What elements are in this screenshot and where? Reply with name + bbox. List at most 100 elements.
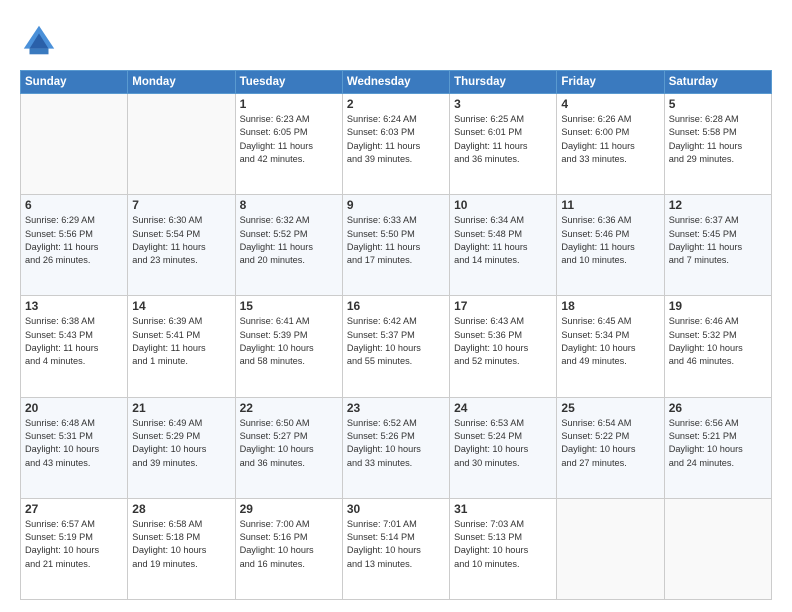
day-number: 13 [25, 299, 123, 313]
cell-content: Sunrise: 6:57 AM Sunset: 5:19 PM Dayligh… [25, 518, 123, 571]
day-number: 5 [669, 97, 767, 111]
calendar-header-wednesday: Wednesday [342, 71, 449, 94]
day-number: 21 [132, 401, 230, 415]
calendar-cell: 5 Sunrise: 6:28 AM Sunset: 5:58 PM Daylig… [664, 94, 771, 195]
cell-content: Sunrise: 6:52 AM Sunset: 5:26 PM Dayligh… [347, 417, 445, 470]
calendar-cell: 4 Sunrise: 6:26 AM Sunset: 6:00 PM Daylig… [557, 94, 664, 195]
day-number: 18 [561, 299, 659, 313]
cell-content: Sunrise: 6:41 AM Sunset: 5:39 PM Dayligh… [240, 315, 338, 368]
calendar-cell [557, 498, 664, 599]
cell-content: Sunrise: 6:30 AM Sunset: 5:54 PM Dayligh… [132, 214, 230, 267]
calendar-cell: 16 Sunrise: 6:42 AM Sunset: 5:37 PM Dayli… [342, 296, 449, 397]
calendar-cell: 30 Sunrise: 7:01 AM Sunset: 5:14 PM Dayli… [342, 498, 449, 599]
calendar-cell: 15Sunrise: 6:41 AM Sunset: 5:39 PM Dayli… [235, 296, 342, 397]
calendar-week-4: 20Sunrise: 6:48 AM Sunset: 5:31 PM Dayli… [21, 397, 772, 498]
calendar-cell: 6Sunrise: 6:29 AM Sunset: 5:56 PM Daylig… [21, 195, 128, 296]
calendar-cell: 12 Sunrise: 6:37 AM Sunset: 5:45 PM Dayli… [664, 195, 771, 296]
cell-content: Sunrise: 6:46 AM Sunset: 5:32 PM Dayligh… [669, 315, 767, 368]
calendar-cell: 27 Sunrise: 6:57 AM Sunset: 5:19 PM Dayli… [21, 498, 128, 599]
cell-content: Sunrise: 6:43 AM Sunset: 5:36 PM Dayligh… [454, 315, 552, 368]
day-number: 2 [347, 97, 445, 111]
day-number: 23 [347, 401, 445, 415]
calendar-table: SundayMondayTuesdayWednesdayThursdayFrid… [20, 70, 772, 600]
day-number: 12 [669, 198, 767, 212]
calendar-cell [21, 94, 128, 195]
cell-content: Sunrise: 6:53 AM Sunset: 5:24 PM Dayligh… [454, 417, 552, 470]
cell-content: Sunrise: 6:36 AM Sunset: 5:46 PM Dayligh… [561, 214, 659, 267]
cell-content: Sunrise: 6:50 AM Sunset: 5:27 PM Dayligh… [240, 417, 338, 470]
calendar-header-thursday: Thursday [450, 71, 557, 94]
cell-content: Sunrise: 6:38 AM Sunset: 5:43 PM Dayligh… [25, 315, 123, 368]
day-number: 31 [454, 502, 552, 516]
day-number: 19 [669, 299, 767, 313]
calendar-cell: 21 Sunrise: 6:49 AM Sunset: 5:29 PM Dayli… [128, 397, 235, 498]
day-number: 11 [561, 198, 659, 212]
calendar-cell: 26 Sunrise: 6:56 AM Sunset: 5:21 PM Dayli… [664, 397, 771, 498]
calendar-header-tuesday: Tuesday [235, 71, 342, 94]
day-number: 14 [132, 299, 230, 313]
calendar-cell: 8Sunrise: 6:32 AM Sunset: 5:52 PM Daylig… [235, 195, 342, 296]
cell-content: Sunrise: 6:26 AM Sunset: 6:00 PM Dayligh… [561, 113, 659, 166]
cell-content: Sunrise: 6:56 AM Sunset: 5:21 PM Dayligh… [669, 417, 767, 470]
cell-content: Sunrise: 6:37 AM Sunset: 5:45 PM Dayligh… [669, 214, 767, 267]
day-number: 26 [669, 401, 767, 415]
calendar-cell: 1Sunrise: 6:23 AM Sunset: 6:05 PM Daylig… [235, 94, 342, 195]
calendar-cell: 3Sunrise: 6:25 AM Sunset: 6:01 PM Daylig… [450, 94, 557, 195]
day-number: 24 [454, 401, 552, 415]
day-number: 17 [454, 299, 552, 313]
day-number: 10 [454, 198, 552, 212]
cell-content: Sunrise: 6:58 AM Sunset: 5:18 PM Dayligh… [132, 518, 230, 571]
cell-content: Sunrise: 6:23 AM Sunset: 6:05 PM Dayligh… [240, 113, 338, 166]
logo-icon [20, 22, 58, 60]
day-number: 6 [25, 198, 123, 212]
calendar-cell: 31 Sunrise: 7:03 AM Sunset: 5:13 PM Dayli… [450, 498, 557, 599]
day-number: 3 [454, 97, 552, 111]
cell-content: Sunrise: 6:49 AM Sunset: 5:29 PM Dayligh… [132, 417, 230, 470]
cell-content: Sunrise: 6:45 AM Sunset: 5:34 PM Dayligh… [561, 315, 659, 368]
day-number: 7 [132, 198, 230, 212]
header [20, 18, 772, 60]
day-number: 22 [240, 401, 338, 415]
cell-content: Sunrise: 6:42 AM Sunset: 5:37 PM Dayligh… [347, 315, 445, 368]
logo [20, 22, 64, 60]
calendar-cell: 20Sunrise: 6:48 AM Sunset: 5:31 PM Dayli… [21, 397, 128, 498]
calendar-cell: 17 Sunrise: 6:43 AM Sunset: 5:36 PM Dayli… [450, 296, 557, 397]
calendar-cell: 2 Sunrise: 6:24 AM Sunset: 6:03 PM Daylig… [342, 94, 449, 195]
calendar-cell: 22 Sunrise: 6:50 AM Sunset: 5:27 PM Dayli… [235, 397, 342, 498]
calendar-header-sunday: Sunday [21, 71, 128, 94]
cell-content: Sunrise: 6:39 AM Sunset: 5:41 PM Dayligh… [132, 315, 230, 368]
cell-content: Sunrise: 6:33 AM Sunset: 5:50 PM Dayligh… [347, 214, 445, 267]
cell-content: Sunrise: 6:28 AM Sunset: 5:58 PM Dayligh… [669, 113, 767, 166]
day-number: 4 [561, 97, 659, 111]
day-number: 27 [25, 502, 123, 516]
calendar-cell: 23 Sunrise: 6:52 AM Sunset: 5:26 PM Dayli… [342, 397, 449, 498]
day-number: 16 [347, 299, 445, 313]
page: SundayMondayTuesdayWednesdayThursdayFrid… [0, 0, 792, 612]
calendar-cell: 14 Sunrise: 6:39 AM Sunset: 5:41 PM Dayli… [128, 296, 235, 397]
day-number: 29 [240, 502, 338, 516]
day-number: 9 [347, 198, 445, 212]
calendar-week-3: 13 Sunrise: 6:38 AM Sunset: 5:43 PM Dayli… [21, 296, 772, 397]
calendar-cell: 25 Sunrise: 6:54 AM Sunset: 5:22 PM Dayli… [557, 397, 664, 498]
calendar-cell: 9 Sunrise: 6:33 AM Sunset: 5:50 PM Daylig… [342, 195, 449, 296]
calendar-week-1: 1Sunrise: 6:23 AM Sunset: 6:05 PM Daylig… [21, 94, 772, 195]
calendar-cell: 24 Sunrise: 6:53 AM Sunset: 5:24 PM Dayli… [450, 397, 557, 498]
calendar-cell [664, 498, 771, 599]
cell-content: Sunrise: 7:03 AM Sunset: 5:13 PM Dayligh… [454, 518, 552, 571]
calendar-cell: 10Sunrise: 6:34 AM Sunset: 5:48 PM Dayli… [450, 195, 557, 296]
cell-content: Sunrise: 6:54 AM Sunset: 5:22 PM Dayligh… [561, 417, 659, 470]
cell-content: Sunrise: 6:32 AM Sunset: 5:52 PM Dayligh… [240, 214, 338, 267]
day-number: 20 [25, 401, 123, 415]
cell-content: Sunrise: 6:24 AM Sunset: 6:03 PM Dayligh… [347, 113, 445, 166]
calendar-cell: 13 Sunrise: 6:38 AM Sunset: 5:43 PM Dayli… [21, 296, 128, 397]
calendar-header-monday: Monday [128, 71, 235, 94]
calendar-cell: 19 Sunrise: 6:46 AM Sunset: 5:32 PM Dayli… [664, 296, 771, 397]
day-number: 30 [347, 502, 445, 516]
calendar-cell: 18 Sunrise: 6:45 AM Sunset: 5:34 PM Dayli… [557, 296, 664, 397]
calendar-header-friday: Friday [557, 71, 664, 94]
cell-content: Sunrise: 7:00 AM Sunset: 5:16 PM Dayligh… [240, 518, 338, 571]
calendar-cell: 11 Sunrise: 6:36 AM Sunset: 5:46 PM Dayli… [557, 195, 664, 296]
calendar-cell: 7 Sunrise: 6:30 AM Sunset: 5:54 PM Daylig… [128, 195, 235, 296]
day-number: 25 [561, 401, 659, 415]
cell-content: Sunrise: 7:01 AM Sunset: 5:14 PM Dayligh… [347, 518, 445, 571]
